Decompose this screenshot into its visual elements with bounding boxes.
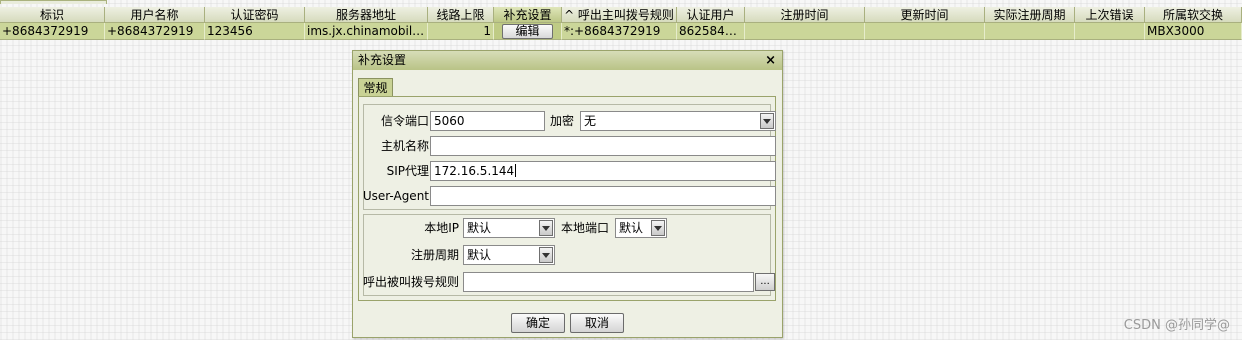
- callee-rule-label: 呼出被叫拨号规则: [362, 275, 459, 289]
- local-ip-select[interactable]: 默认: [463, 218, 555, 238]
- col-header-id[interactable]: 标识: [0, 7, 105, 23]
- cell-register-time: [745, 23, 865, 40]
- user-agent-label: User-Agent: [362, 189, 429, 203]
- local-port-select[interactable]: 默认: [615, 218, 667, 238]
- reg-period-label: 注册周期: [410, 248, 459, 262]
- col-header-line-limit[interactable]: 线路上限: [428, 7, 494, 23]
- local-ip-label: 本地IP: [424, 221, 459, 235]
- dialog-titlebar[interactable]: 补充设置 ×: [353, 51, 782, 70]
- tab-general[interactable]: 常规: [358, 78, 393, 97]
- dialog-title: 补充设置: [358, 53, 407, 67]
- top-tab-edge: [0, 0, 107, 4]
- chevron-down-icon[interactable]: [539, 220, 553, 236]
- chevron-down-icon[interactable]: [539, 247, 553, 263]
- sip-proxy-field[interactable]: 172.16.5.144: [430, 161, 776, 181]
- supplement-settings-dialog: 补充设置 × 常规 信令端口 5060 加密 无 主机名称 SIP代理 172.…: [352, 50, 783, 338]
- cell-caller-rule: *:+8684372919: [562, 23, 677, 40]
- local-port-value: 默认: [619, 221, 644, 235]
- signal-port-field[interactable]: 5060: [430, 111, 545, 131]
- col-header-server[interactable]: 服务器地址: [305, 7, 428, 23]
- encrypt-select[interactable]: 无: [580, 111, 776, 131]
- chevron-down-icon[interactable]: [651, 220, 665, 236]
- chevron-down-icon[interactable]: [760, 113, 774, 129]
- reg-period-select[interactable]: 默认: [463, 245, 555, 265]
- table-row[interactable]: +8684372919 +8684372919 123456 ims.jx.ch…: [0, 23, 1242, 40]
- callee-rule-field[interactable]: [463, 272, 754, 292]
- cell-username: +8684372919: [105, 23, 205, 40]
- encrypt-value: 无: [584, 114, 597, 128]
- local-ip-value: 默认: [467, 221, 492, 235]
- cell-line-limit: 1: [428, 23, 494, 40]
- local-port-label: 本地端口: [561, 221, 610, 235]
- col-header-supplement[interactable]: 补充设置: [494, 7, 562, 23]
- cell-auth-user: 86258437...: [677, 23, 745, 40]
- col-header-register-time[interactable]: 注册时间: [745, 7, 865, 23]
- cell-last-error: [1075, 23, 1145, 40]
- account-grid: 标识 用户名称 认证密码 服务器地址 线路上限 补充设置 ^ 呼出主叫拨号规则 …: [0, 7, 1242, 40]
- general-panel: 信令端口 5060 加密 无 主机名称 SIP代理 172.16.5.144 U…: [358, 96, 776, 301]
- encrypt-label: 加密: [550, 114, 575, 128]
- reg-period-value: 默认: [467, 248, 492, 262]
- edit-button[interactable]: 编辑: [502, 24, 553, 39]
- cell-id: +8684372919: [0, 23, 105, 40]
- col-header-caller-rule[interactable]: ^ 呼出主叫拨号规则: [562, 7, 677, 23]
- cell-update-time: [865, 23, 985, 40]
- text-caret: [515, 164, 517, 177]
- browse-button[interactable]: ...: [755, 273, 775, 291]
- watermark-text: CSDN @孙同学@: [1123, 318, 1230, 333]
- ok-button[interactable]: 确定: [511, 313, 565, 333]
- cell-server: ims.jx.chinamobile....: [305, 23, 428, 40]
- cell-actual-period: [985, 23, 1075, 40]
- col-header-auth-user[interactable]: 认证用户: [677, 7, 745, 23]
- user-agent-field[interactable]: [430, 186, 776, 206]
- col-header-update-time[interactable]: 更新时间: [865, 7, 985, 23]
- col-header-actual-period[interactable]: 实际注册周期: [985, 7, 1075, 23]
- col-header-last-error[interactable]: 上次错误: [1075, 7, 1145, 23]
- col-header-username[interactable]: 用户名称: [105, 7, 205, 23]
- host-field[interactable]: [430, 136, 776, 156]
- cell-softswitch: MBX3000: [1145, 23, 1242, 40]
- col-header-softswitch[interactable]: 所属软交换: [1145, 7, 1242, 23]
- close-icon[interactable]: ×: [765, 51, 776, 70]
- col-header-password[interactable]: 认证密码: [205, 7, 305, 23]
- cancel-button[interactable]: 取消: [570, 313, 624, 333]
- host-label: 主机名称: [380, 139, 429, 153]
- cell-supplement: 编辑: [494, 23, 562, 40]
- sip-proxy-value: 172.16.5.144: [434, 164, 515, 178]
- grid-header: 标识 用户名称 认证密码 服务器地址 线路上限 补充设置 ^ 呼出主叫拨号规则 …: [0, 7, 1242, 23]
- signal-port-label: 信令端口: [380, 114, 429, 128]
- cell-password: 123456: [205, 23, 305, 40]
- sip-proxy-label: SIP代理: [386, 164, 429, 178]
